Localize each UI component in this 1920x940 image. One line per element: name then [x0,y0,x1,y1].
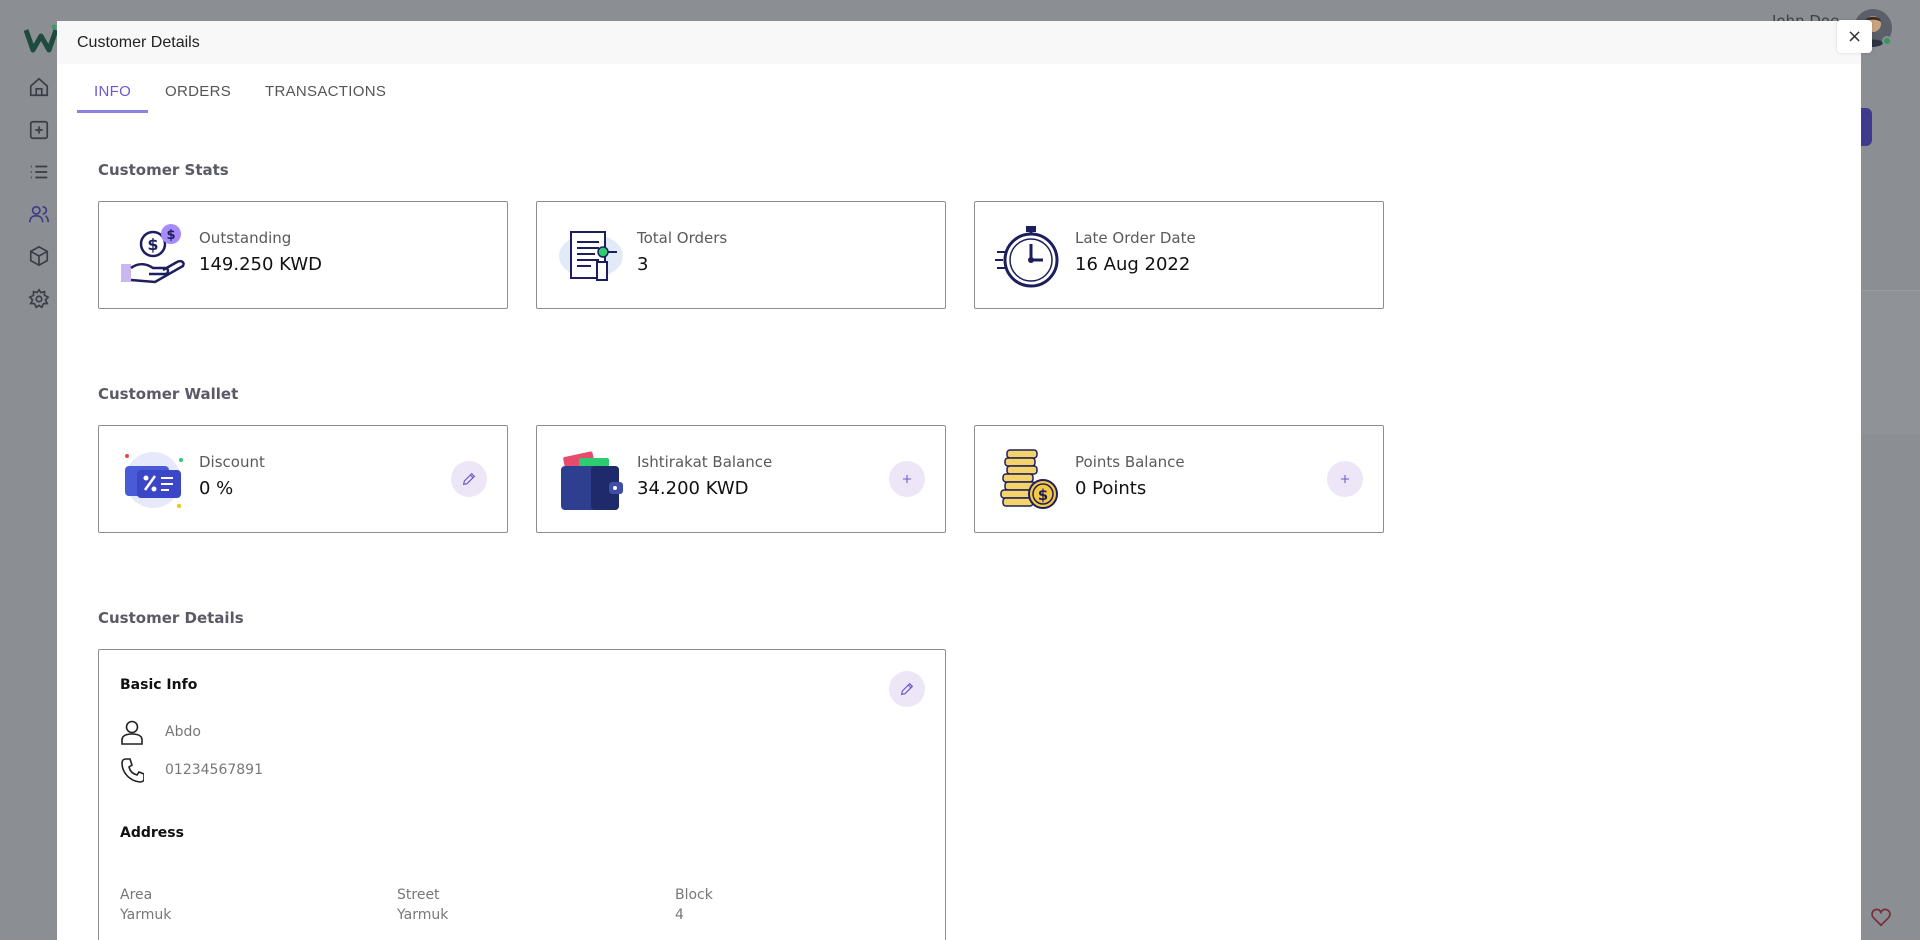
customer-details-modal: Customer Details INFO ORDERS TRANSACTION… [57,21,1861,940]
customer-wallet-title: Customer Wallet [98,385,239,403]
wallet-icon [561,451,623,510]
money-hand-icon: $ $ [121,224,185,284]
address-block: Block 4 [675,885,713,925]
receipt-icon [559,231,623,281]
home-icon[interactable] [28,76,50,98]
discount-card: Discount 0 % [98,425,508,533]
background-sidebar [0,0,58,940]
heart-icon[interactable] [1870,906,1892,928]
list-icon[interactable] [28,161,50,183]
block-label: Block [675,887,713,903]
block-value: 4 [675,907,684,923]
box-icon[interactable] [28,245,50,267]
tab-orders[interactable]: ORDERS [148,83,248,113]
total-orders-value: 3 [637,254,649,275]
plus-icon [902,474,912,484]
street-value: Yarmuk [397,907,449,923]
add-square-icon[interactable] [28,119,50,141]
app-logo-icon [24,24,58,53]
street-label: Street [397,887,440,903]
customer-details-card: Basic Info Abdo 01234567891 Address Area… [98,649,946,940]
customer-details-title: Customer Details [98,609,244,627]
area-label: Area [120,887,153,903]
customer-name-row: Abdo [120,719,201,745]
phone-icon [121,758,144,783]
stopwatch-icon [995,226,1059,288]
address-title: Address [120,825,184,841]
ishtirakat-balance-card: Ishtirakat Balance 34.200 KWD [536,425,946,533]
plus-icon [1340,474,1350,484]
edit-discount-button[interactable] [451,461,487,497]
late-order-date-card: Late Order Date 16 Aug 2022 [974,201,1384,309]
add-ishtirakat-button[interactable] [889,461,925,497]
address-area: Area Yarmuk [120,885,171,925]
late-order-date-label: Late Order Date [1075,229,1196,247]
total-orders-label: Total Orders [637,229,728,247]
svg-text:$: $ [147,235,158,254]
tab-transactions[interactable]: TRANSACTIONS [248,83,403,113]
ishtirakat-balance-value: 34.200 KWD [637,478,749,499]
points-balance-card: $ Points Balance 0 Points [974,425,1384,533]
points-balance-label: Points Balance [1075,453,1185,471]
edit-icon [462,472,476,486]
discount-label: Discount [199,453,265,471]
ishtirakat-balance-label: Ishtirakat Balance [637,453,773,471]
discount-card-icon [125,452,183,508]
background-panel [1862,290,1920,435]
svg-text:$: $ [166,228,175,243]
online-status-dot [1882,36,1892,46]
close-button[interactable]: × [1837,20,1872,53]
customer-stats-title: Customer Stats [98,161,229,179]
address-street: Street Yarmuk [397,885,448,925]
basic-info-title: Basic Info [120,677,198,693]
outstanding-label: Outstanding [199,229,292,247]
edit-basic-info-button[interactable] [889,671,925,707]
area-value: Yarmuk [120,907,172,923]
modal-header: Customer Details [57,21,1861,64]
points-balance-value: 0 Points [1075,478,1147,499]
tab-bar: INFO ORDERS TRANSACTIONS [77,83,403,113]
user-icon [121,720,143,745]
add-points-button[interactable] [1327,461,1363,497]
settings-icon[interactable] [28,288,50,310]
late-order-date-value: 16 Aug 2022 [1075,254,1191,275]
customer-phone-row: 01234567891 [120,757,263,783]
svg-text:$: $ [1038,486,1048,504]
customer-name: Abdo [165,724,201,740]
modal-title: Customer Details [77,33,200,51]
users-icon[interactable] [28,203,50,225]
discount-value: 0 % [199,478,234,499]
coins-icon: $ [1000,449,1058,509]
tab-info[interactable]: INFO [77,83,149,113]
customer-phone: 01234567891 [165,762,263,778]
outstanding-card: $ $ Outstanding 149.250 KWD [98,201,508,309]
total-orders-card: Total Orders 3 [536,201,946,309]
edit-icon [900,682,914,696]
outstanding-value: 149.250 KWD [199,254,322,275]
